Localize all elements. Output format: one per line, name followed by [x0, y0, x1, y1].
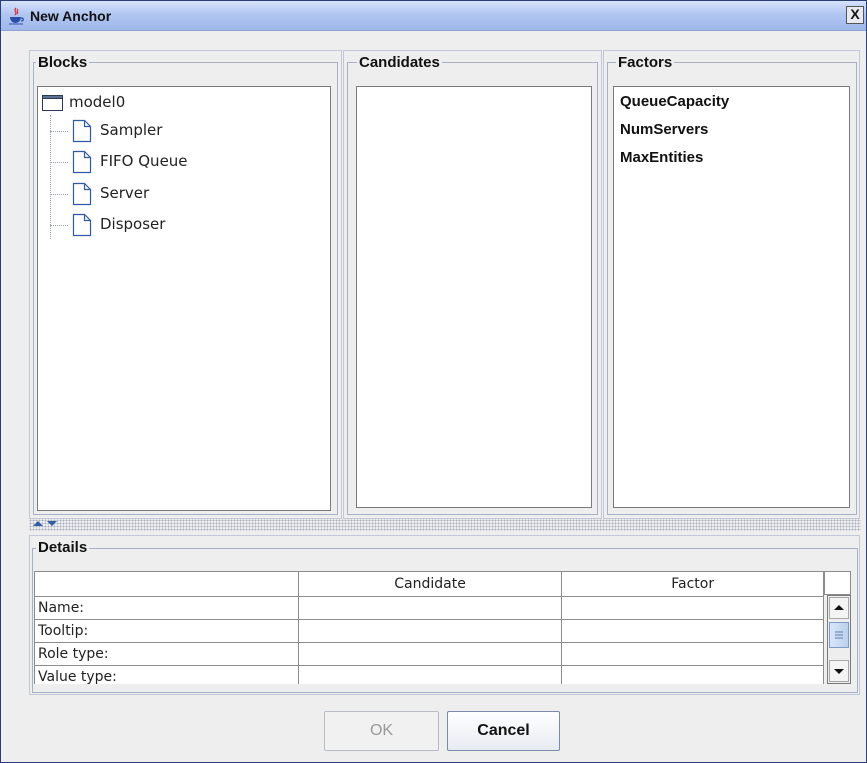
grip-icon: [835, 631, 843, 639]
tree-node-label: Server: [100, 184, 150, 202]
blocks-panel-title: Blocks: [36, 54, 90, 71]
ok-button[interactable]: OK: [324, 711, 439, 751]
list-item[interactable]: MaxEntities: [620, 149, 703, 166]
scroll-down-button[interactable]: [829, 660, 849, 682]
details-vertical-scrollbar[interactable]: [827, 595, 851, 684]
factor-cell[interactable]: [561, 642, 824, 666]
tree-node-label: model0: [69, 93, 126, 111]
factors-list[interactable]: QueueCapacity NumServers MaxEntities: [613, 86, 850, 508]
details-table: Candidate Factor Name: Tooltip: Role typ…: [34, 571, 824, 684]
scroll-thumb[interactable]: [829, 622, 849, 648]
table-header: Candidate Factor: [34, 571, 824, 597]
row-label: Value type:: [34, 665, 299, 684]
collapse-expand-arrows-icon[interactable]: [31, 519, 61, 529]
column-header[interactable]: Factor: [561, 571, 824, 597]
blocks-tree[interactable]: model0 Sampler FIFO Queue Server Dispose…: [37, 86, 331, 511]
column-header[interactable]: Candidate: [297, 571, 563, 597]
details-table-viewport: Candidate Factor Name: Tooltip: Role typ…: [34, 571, 824, 684]
table-row: Value type:: [34, 665, 824, 684]
table-row: Name:: [34, 596, 824, 620]
factor-cell[interactable]: [561, 665, 824, 684]
document-icon: [72, 213, 92, 237]
tree-connector: [50, 115, 51, 239]
list-item[interactable]: QueueCapacity: [620, 93, 729, 110]
cancel-button[interactable]: Cancel: [447, 711, 560, 751]
window-title: New Anchor: [30, 8, 112, 24]
close-button[interactable]: X: [846, 6, 864, 24]
list-item[interactable]: NumServers: [620, 121, 708, 138]
tree-node-label: FIFO Queue: [100, 152, 188, 170]
factor-cell[interactable]: [561, 596, 824, 620]
row-label: Role type:: [34, 642, 299, 666]
row-label: Name:: [34, 596, 299, 620]
table-row: Role type:: [34, 642, 824, 666]
row-label: Tooltip:: [34, 619, 299, 643]
candidate-cell[interactable]: [297, 665, 563, 684]
candidate-cell[interactable]: [297, 619, 563, 643]
title-bar[interactable]: New Anchor X: [1, 1, 866, 31]
document-icon: [72, 182, 92, 206]
candidates-list[interactable]: [356, 86, 592, 508]
folder-icon: [42, 95, 63, 111]
tree-node-label: Disposer: [100, 215, 166, 233]
candidates-panel: Candidates: [343, 50, 602, 519]
tree-node-label: Sampler: [100, 121, 163, 139]
document-icon: [72, 150, 92, 174]
candidate-cell[interactable]: [297, 596, 563, 620]
close-icon: X: [850, 6, 860, 22]
split-pane-divider[interactable]: [29, 519, 861, 531]
candidate-cell[interactable]: [297, 642, 563, 666]
document-icon: [72, 119, 92, 143]
dialog-window: New Anchor X Blocks model0 Sampler FIFO …: [0, 0, 867, 763]
scroll-up-button[interactable]: [829, 597, 849, 619]
java-cup-icon: [9, 7, 24, 25]
table-row: Tooltip:: [34, 619, 824, 643]
column-header[interactable]: [34, 571, 299, 597]
blocks-panel: Blocks model0 Sampler FIFO Queue Server …: [29, 50, 342, 519]
arrow-up-icon: [834, 605, 844, 610]
factors-panel: Factors QueueCapacity NumServers MaxEnti…: [603, 50, 860, 519]
details-panel-title: Details: [36, 539, 90, 556]
candidates-panel-title: Candidates: [357, 54, 442, 71]
factor-cell[interactable]: [561, 619, 824, 643]
table-header-corner: [824, 571, 851, 595]
factors-panel-title: Factors: [616, 54, 675, 71]
arrow-down-icon: [834, 669, 844, 674]
